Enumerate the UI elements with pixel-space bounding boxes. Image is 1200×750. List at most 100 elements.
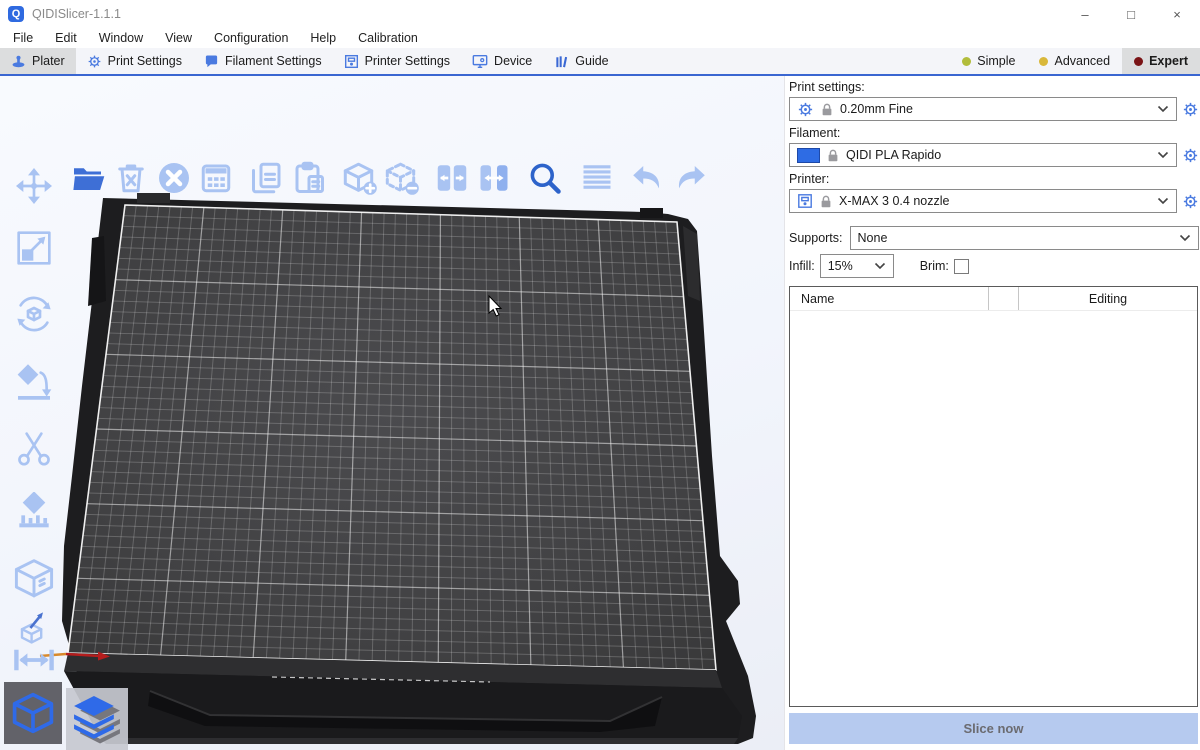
chevron-down-icon [1157,151,1169,159]
close-button[interactable]: × [1154,0,1200,28]
tab-printer-settings[interactable]: Printer Settings [333,48,461,74]
scale-tool[interactable] [12,228,56,268]
supports-combo[interactable]: None [850,226,1199,250]
variable-layer-height-button[interactable] [579,160,615,196]
search-button[interactable] [527,160,563,196]
flatten-icon [12,362,56,402]
menu-view[interactable]: View [154,28,203,48]
move-tool[interactable] [12,166,56,206]
menu-configuration[interactable]: Configuration [203,28,299,48]
delete-all-button[interactable] [156,160,192,196]
seam-painting-tool[interactable] [12,557,56,601]
copy-button[interactable] [249,160,285,196]
tab-print-settings[interactable]: Print Settings [76,48,193,74]
brim-checkbox[interactable] [954,259,969,274]
guide-icon [554,54,569,69]
paint-on-supports-tool[interactable] [12,492,56,532]
preview-layers-icon [71,693,123,745]
chevron-down-icon [1157,197,1169,205]
search-icon [527,160,563,196]
print-settings-gear-button[interactable] [1182,101,1199,118]
tab-filament-settings[interactable]: Filament Settings [193,48,333,74]
menu-file[interactable]: File [2,28,44,48]
cut-tool[interactable] [12,429,56,469]
tab-guide[interactable]: Guide [543,48,619,74]
print-settings-combo[interactable]: 0.20mm Fine [789,97,1177,121]
mode-advanced[interactable]: Advanced [1027,48,1122,74]
printer-icon [344,54,359,69]
cube-plus-icon [342,160,378,196]
view-preview-button[interactable] [66,688,128,750]
print-settings-value: 0.20mm Fine [840,102,1151,116]
undo-arrow-icon [629,160,665,196]
mode-switcher: Simple Advanced Expert [950,48,1200,74]
layer-lines-icon [579,160,615,196]
arrange-button[interactable] [198,160,234,196]
paste-button[interactable] [291,160,327,196]
menu-edit[interactable]: Edit [44,28,88,48]
object-list[interactable]: Name Editing [789,286,1198,707]
tab-device[interactable]: Device [461,48,543,74]
qidislicer-window: Q QIDISlicer-1.1.1 – □ × File Edit Windo… [0,0,1200,750]
filament-gear-button[interactable] [1182,147,1199,164]
support-paint-icon [12,492,56,532]
remove-instance-button[interactable] [384,160,420,196]
open-project-button[interactable] [71,160,107,196]
cube-minus-icon [384,160,420,196]
window-title: QIDISlicer-1.1.1 [32,7,121,21]
copy-icon [249,160,285,196]
column-extruder [988,287,1018,310]
delete-button[interactable] [113,160,149,196]
filament-combo[interactable]: QIDI PLA Rapido [789,143,1177,167]
gear-icon [87,54,102,69]
plater-icon [11,54,26,69]
scissors-icon [12,429,56,469]
redo-button[interactable] [673,160,709,196]
chevron-down-icon [1157,105,1169,113]
slice-now-button[interactable]: Slice now [789,713,1198,744]
circle-x-icon [156,160,192,196]
arrange-grid-icon [198,160,234,196]
mode-simple[interactable]: Simple [950,48,1027,74]
split-to-parts-button[interactable] [476,160,512,196]
undo-button[interactable] [629,160,665,196]
rotate-icon [12,294,56,334]
infill-combo[interactable]: 15% [820,254,894,278]
tab-plater[interactable]: Plater [0,48,76,74]
viewport-3d[interactable] [0,76,784,750]
minimize-button[interactable]: – [1062,0,1108,28]
title-bar: Q QIDISlicer-1.1.1 – □ × [0,0,1200,28]
printer-combo[interactable]: X-MAX 3 0.4 nozzle [789,189,1177,213]
place-on-face-tool[interactable] [12,362,56,402]
seam-cube-icon [12,557,56,601]
split-to-objects-button[interactable] [434,160,470,196]
menu-help[interactable]: Help [299,28,347,48]
maximize-button[interactable]: □ [1108,0,1154,28]
multimaterial-painting-tool[interactable] [15,610,53,646]
view-3d-editor-button[interactable] [4,682,62,744]
object-list-body[interactable] [790,311,1197,706]
gear-icon [797,101,814,118]
printer-gear-button[interactable] [1182,193,1199,210]
lock-icon [826,148,840,163]
menu-calibration[interactable]: Calibration [347,28,429,48]
infill-value: 15% [828,259,868,273]
settings-panel: Print settings: 0.20mm Fine Filament: QI… [784,76,1200,750]
printer-icon [797,193,813,209]
supports-label: Supports: [789,231,843,245]
trash-icon [113,160,149,196]
column-editing: Editing [1018,287,1197,310]
add-instance-button[interactable] [342,160,378,196]
mmu-cube-icon [15,610,53,646]
rotate-tool[interactable] [12,294,56,334]
menu-window[interactable]: Window [88,28,154,48]
advanced-dot-icon [1039,57,1048,66]
brim-label: Brim: [920,259,949,273]
measure-tool[interactable] [12,646,56,674]
lock-icon [819,194,833,209]
mode-expert[interactable]: Expert [1122,48,1200,74]
column-name: Name [790,287,988,310]
device-icon [472,54,488,69]
open-folder-icon [71,160,107,196]
chevron-down-icon [874,262,886,270]
